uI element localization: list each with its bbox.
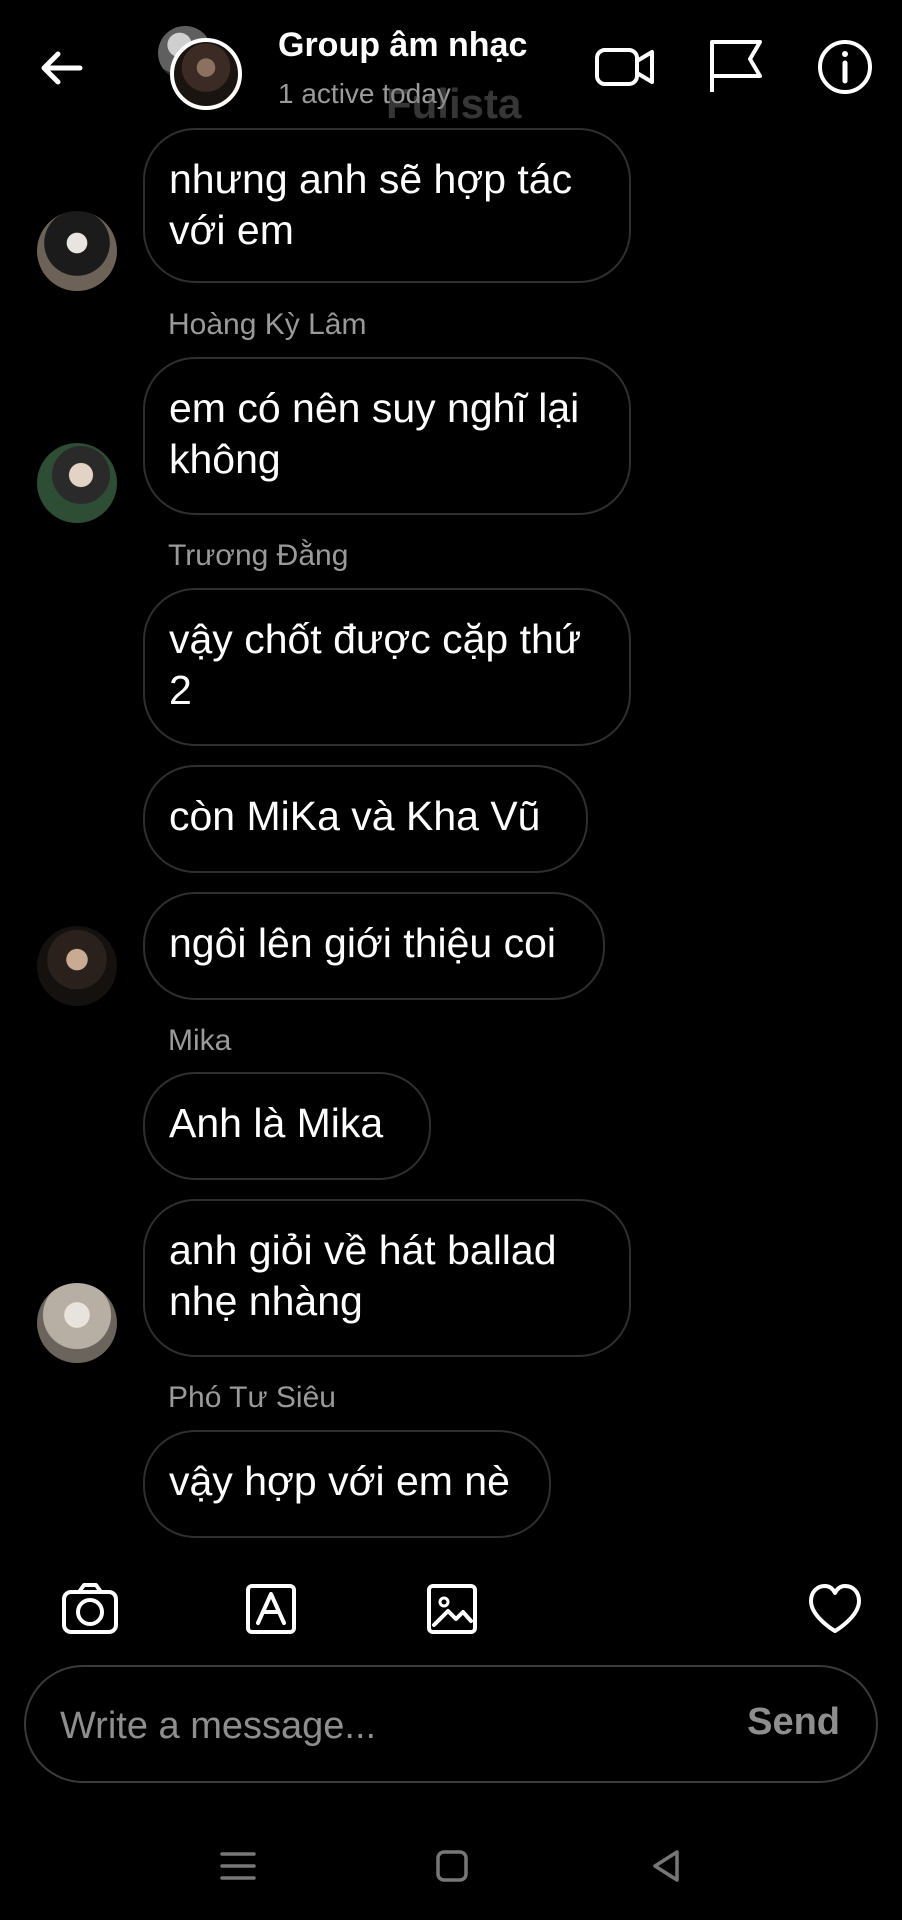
group-avatar[interactable] (158, 26, 242, 110)
heart-button[interactable] (804, 1578, 866, 1640)
nav-menu-button[interactable] (212, 1840, 264, 1892)
video-call-icon (595, 48, 654, 86)
flag-icon (710, 40, 762, 92)
message-bubble[interactable]: anh giỏi về hát ballad nhẹ nhàng (143, 1199, 631, 1357)
gallery-icon (427, 1584, 477, 1634)
sender-name: Hoàng Kỳ Lâm (168, 308, 367, 341)
info-button[interactable] (812, 34, 878, 100)
message-bubble[interactable]: vậy chốt được cặp thứ 2 (143, 588, 631, 746)
back-arrow-icon (41, 51, 83, 85)
sticker-icon (246, 1584, 296, 1634)
back-button[interactable] (34, 40, 90, 96)
message-bubble[interactable]: nhưng anh sẽ hợp tác với em (143, 128, 631, 283)
heart-icon (809, 1584, 861, 1633)
participant-avatar[interactable] (37, 443, 117, 523)
sender-name: Trương Đằng (168, 539, 349, 572)
flag-button[interactable] (702, 34, 768, 100)
sender-name: Mika (168, 1024, 232, 1057)
participant-avatar[interactable] (37, 926, 117, 1006)
message-bubble[interactable]: ngôi lên giới thiệu coi (143, 892, 605, 1000)
info-icon (818, 40, 872, 94)
send-button[interactable]: Send (747, 1701, 840, 1744)
camera-icon (62, 1583, 118, 1634)
nav-back-button[interactable] (640, 1840, 692, 1892)
message-bubble[interactable]: em có nên suy nghĩ lại không (143, 357, 631, 515)
menu-icon (220, 1852, 256, 1880)
message-bubble[interactable]: vậy hợp với em nè (143, 1430, 551, 1538)
gallery-button[interactable] (421, 1578, 483, 1640)
sticker-button[interactable] (240, 1578, 302, 1640)
home-icon (436, 1850, 468, 1882)
camera-button[interactable] (59, 1578, 121, 1640)
message-composer: Send (24, 1665, 878, 1783)
message-bubble[interactable]: còn MiKa và Kha Vũ (143, 765, 588, 873)
watermark-text: Fulista (386, 80, 522, 127)
group-title[interactable]: Group âm nhạc (278, 26, 527, 65)
nav-home-button[interactable] (426, 1840, 478, 1892)
participant-avatar[interactable] (37, 211, 117, 291)
video-call-button[interactable] (592, 34, 658, 100)
message-bubble[interactable]: Anh là Mika (143, 1072, 431, 1180)
message-input[interactable] (58, 1693, 712, 1759)
back-icon (653, 1850, 679, 1882)
group-avatar-front (170, 38, 242, 110)
participant-avatar[interactable] (37, 1283, 117, 1363)
sender-name: Phó Tư Siêu (168, 1381, 336, 1414)
